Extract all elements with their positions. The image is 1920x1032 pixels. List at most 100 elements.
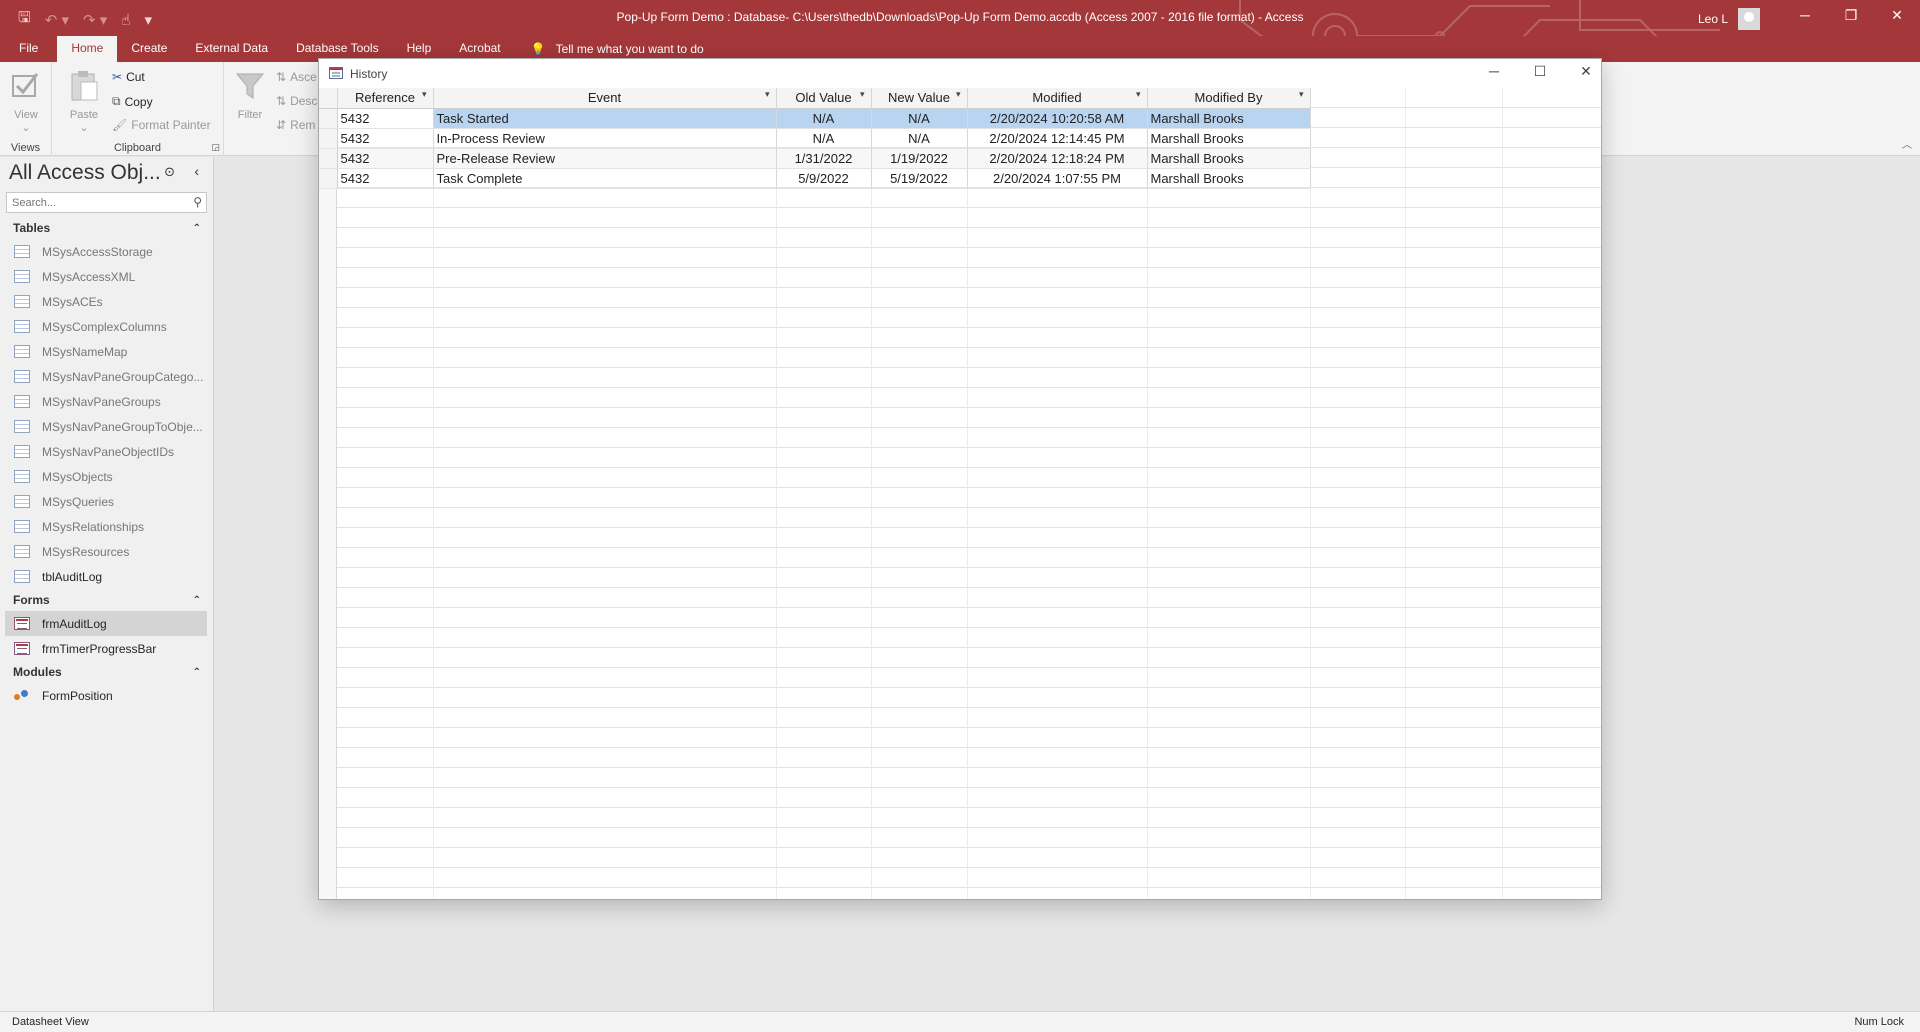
cell-reference[interactable]: 5432 (337, 168, 434, 189)
table-row[interactable]: 5432 Task Started N/A N/A 2/20/2024 10:2… (319, 108, 1311, 129)
nav-item-table[interactable]: MSysQueries (0, 489, 213, 514)
column-header-modified[interactable]: Modified ▾ (967, 88, 1148, 109)
cell-old-value[interactable]: 1/31/2022 (776, 148, 872, 169)
nav-item-table[interactable]: MSysNameMap (0, 339, 213, 364)
grid-line (967, 88, 968, 899)
ascending-button[interactable]: ⇅ Asce (276, 70, 317, 84)
section-modules[interactable]: Modules ⌃ (0, 661, 213, 683)
table-icon (14, 345, 30, 358)
column-header-old-value[interactable]: Old Value ▾ (776, 88, 872, 109)
nav-item-frmtimerprogressbar[interactable]: frmTimerProgressBar (0, 636, 213, 661)
dropdown-arrow-icon[interactable]: ▾ (1136, 89, 1141, 100)
record-selector[interactable] (319, 108, 338, 129)
user-account[interactable]: Leo L (1698, 8, 1760, 30)
search-icon[interactable]: ⚲ (193, 195, 202, 209)
shutter-bar-icon[interactable]: ‹ (194, 163, 199, 179)
dropdown-arrow-icon[interactable]: ▾ (860, 89, 865, 100)
filter-button[interactable]: Filter (232, 68, 268, 121)
cell-modified-by[interactable]: Marshall Brooks (1147, 168, 1311, 189)
cell-modified[interactable]: 2/20/2024 12:18:24 PM (967, 148, 1148, 169)
cell-reference[interactable]: 5432 (337, 128, 434, 149)
cell-new-value[interactable]: 5/19/2022 (871, 168, 968, 189)
column-header-event[interactable]: Event ▾ (433, 88, 777, 109)
select-all-corner[interactable] (319, 88, 338, 109)
dropdown-arrow-icon[interactable]: ▾ (1299, 89, 1304, 100)
nav-menu-icon[interactable]: ⊙ (164, 164, 175, 180)
nav-item-frmauditlog[interactable]: frmAuditLog (5, 611, 207, 636)
minimize-icon[interactable]: ─ (1782, 0, 1828, 32)
chevron-up-icon: ⌃ (192, 666, 201, 678)
cell-old-value[interactable]: N/A (776, 108, 872, 129)
brush-icon: 🖌 (112, 118, 128, 132)
table-icon (14, 320, 30, 333)
cell-new-value[interactable]: 1/19/2022 (871, 148, 968, 169)
nav-item-table[interactable]: MSysAccessXML (0, 264, 213, 289)
cell-reference[interactable]: 5432 (337, 108, 434, 129)
tab-create[interactable]: Create (117, 36, 181, 62)
nav-item-table[interactable]: MSysACEs (0, 289, 213, 314)
nav-item-table[interactable]: MSysNavPaneGroupCatego... (0, 364, 213, 389)
close-icon[interactable]: ✕ (1874, 0, 1920, 32)
nav-item-table[interactable]: MSysNavPaneGroups (0, 389, 213, 414)
column-header-reference[interactable]: Reference ▾ (337, 88, 434, 109)
nav-item-table[interactable]: MSysAccessStorage (0, 239, 213, 264)
cell-modified[interactable]: 2/20/2024 1:07:55 PM (967, 168, 1148, 189)
nav-item-table[interactable]: MSysObjects (0, 464, 213, 489)
cell-event[interactable]: Task Complete (433, 168, 777, 189)
close-icon[interactable]: ✕ (1571, 63, 1601, 80)
copy-button[interactable]: ⧉ Copy (112, 94, 153, 109)
cell-new-value[interactable]: N/A (871, 108, 968, 129)
dropdown-arrow-icon[interactable]: ▾ (956, 89, 961, 100)
format-painter-button[interactable]: 🖌 Format Painter (112, 118, 211, 132)
restore-icon[interactable]: ❐ (1828, 0, 1874, 32)
column-header-modified-by[interactable]: Modified By ▾ (1147, 88, 1311, 109)
record-selector[interactable] (319, 128, 338, 149)
nav-item-table[interactable]: MSysRelationships (0, 514, 213, 539)
cell-event[interactable]: Task Started (433, 108, 777, 129)
tab-external-data[interactable]: External Data (181, 36, 282, 62)
cell-old-value[interactable]: 5/9/2022 (776, 168, 872, 189)
cell-old-value[interactable]: N/A (776, 128, 872, 149)
nav-item-formposition[interactable]: FormPosition (0, 683, 213, 708)
cell-modified-by[interactable]: Marshall Brooks (1147, 108, 1311, 129)
cut-button[interactable]: ✂ Cut (112, 70, 145, 84)
column-header-new-value[interactable]: New Value ▾ (871, 88, 968, 109)
avatar[interactable] (1738, 8, 1760, 30)
section-tables[interactable]: Tables ⌃ (0, 217, 213, 239)
record-selector[interactable] (319, 148, 338, 169)
search-input[interactable] (7, 193, 177, 212)
nav-item-tblauditlog[interactable]: tblAuditLog (0, 564, 213, 589)
cell-event[interactable]: Pre-Release Review (433, 148, 777, 169)
view-button[interactable]: View ⌄ (8, 68, 44, 134)
nav-item-table[interactable]: MSysComplexColumns (0, 314, 213, 339)
dialog-launcher-icon[interactable]: ◲ (211, 142, 220, 153)
nav-item-table[interactable]: MSysNavPaneObjectIDs (0, 439, 213, 464)
maximize-icon[interactable]: ☐ (1525, 63, 1555, 80)
dropdown-arrow-icon[interactable]: ▾ (765, 89, 770, 100)
paste-button[interactable]: Paste ⌄ (66, 68, 102, 134)
dropdown-arrow-icon[interactable]: ▾ (422, 89, 427, 100)
nav-pane-header[interactable]: All Access Obj... ⊙ ‹ (0, 157, 213, 189)
table-row[interactable]: 5432 In-Process Review N/A N/A 2/20/2024… (319, 128, 1311, 149)
tab-home[interactable]: Home (57, 36, 118, 62)
cell-event[interactable]: In-Process Review (433, 128, 777, 149)
remove-sort-button[interactable]: ⇵ Rem (276, 118, 315, 132)
nav-item-table[interactable]: MSysNavPaneGroupToObje... (0, 414, 213, 439)
table-row[interactable]: 5432 Task Complete 5/9/2022 5/19/2022 2/… (319, 168, 1311, 189)
cell-modified-by[interactable]: Marshall Brooks (1147, 128, 1311, 149)
tab-file[interactable]: File (0, 36, 57, 62)
nav-item-table[interactable]: MSysResources (0, 539, 213, 564)
collapse-ribbon-icon[interactable]: ︿ (1902, 136, 1912, 151)
record-selector[interactable] (319, 168, 338, 189)
cell-modified[interactable]: 2/20/2024 10:20:58 AM (967, 108, 1148, 129)
minimize-icon[interactable]: ─ (1479, 63, 1509, 79)
section-forms[interactable]: Forms ⌃ (0, 589, 213, 611)
descending-button[interactable]: ⇅ Desc (276, 94, 317, 108)
cell-modified[interactable]: 2/20/2024 12:14:45 PM (967, 128, 1148, 149)
cell-modified-by[interactable]: Marshall Brooks (1147, 148, 1311, 169)
popup-title-bar[interactable]: History ─ ☐ ✕ (319, 59, 1601, 88)
form-icon (14, 617, 30, 630)
cell-reference[interactable]: 5432 (337, 148, 434, 169)
table-row[interactable]: 5432 Pre-Release Review 1/31/2022 1/19/2… (319, 148, 1311, 169)
cell-new-value[interactable]: N/A (871, 128, 968, 149)
